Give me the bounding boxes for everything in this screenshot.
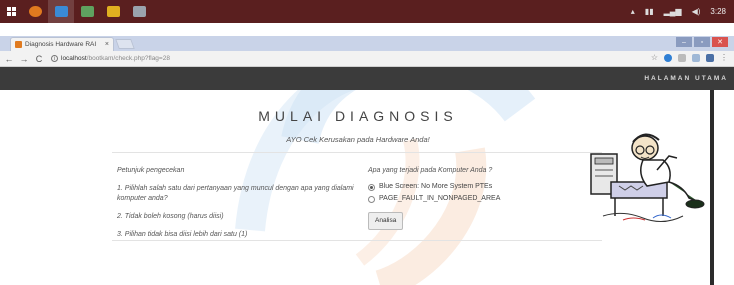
volume-icon[interactable]: ◀) — [692, 7, 701, 16]
extension-3-icon[interactable] — [692, 53, 700, 62]
close-icon[interactable]: × — [105, 41, 109, 48]
signal-icon[interactable]: ▂▄▆ — [664, 7, 682, 16]
home-link[interactable]: HALAMAN UTAMA — [644, 75, 728, 82]
technician-illustration — [590, 133, 705, 222]
favicon-icon — [15, 41, 22, 48]
tab-title: Diagnosis Hardware RAI — [25, 41, 97, 48]
diagnosis-form: Apa yang terjadi pada Komputer Anda ? Bl… — [368, 166, 598, 230]
analyze-button[interactable]: Analisa — [368, 212, 404, 230]
extension-2-icon[interactable] — [678, 53, 686, 62]
extension-1-icon[interactable] — [664, 53, 672, 62]
question-label: Apa yang terjadi pada Komputer Anda ? — [368, 167, 493, 174]
minimize-button[interactable]: – — [676, 37, 692, 47]
window-controls: – ▫ ✕ — [676, 37, 728, 47]
bookmark-star-icon[interactable]: ☆ — [651, 53, 658, 62]
chevron-up-icon[interactable]: ▴ — [631, 7, 635, 16]
page-title: MULAI DIAGNOSIS — [258, 108, 458, 124]
address-bar[interactable]: i localhost/bootkam/check.php?flag=28 — [51, 55, 170, 62]
forward-button[interactable]: → — [18, 54, 30, 64]
option-page-fault[interactable]: PAGE_FAULT_IN_NONPAGED_AREA — [368, 194, 598, 204]
window-close-button[interactable]: ✕ — [712, 37, 728, 47]
extension-4-icon[interactable] — [706, 53, 714, 62]
browser-toolbar: ← → C i localhost/bootkam/check.php?flag… — [0, 51, 734, 67]
browser-tabstrip: Diagnosis Hardware RAI × – ▫ ✕ — [0, 36, 734, 51]
clock[interactable]: 3:28 — [710, 7, 726, 16]
divider-top — [112, 152, 602, 153]
taskbar-app-4-icon[interactable] — [100, 0, 126, 23]
os-taskbar: ▴ ▮▮ ▂▄▆ ◀) 3:28 — [0, 0, 734, 23]
instruction-rule: 3. Pilihan tidak bisa diisi lebih dari s… — [117, 231, 248, 238]
site-navbar: HALAMAN UTAMA — [0, 67, 734, 90]
url-host: localhost — [61, 55, 87, 62]
browser-tab[interactable]: Diagnosis Hardware RAI × — [10, 37, 114, 51]
new-tab-button[interactable] — [115, 39, 135, 49]
back-button[interactable]: ← — [3, 54, 15, 64]
taskbar-app-3-icon[interactable] — [74, 0, 100, 23]
instructions-label: Petunjuk pengecekan — [117, 167, 185, 174]
radio-button[interactable] — [368, 183, 375, 191]
option-label: PAGE_FAULT_IN_NONPAGED_AREA — [379, 195, 501, 202]
network-icon[interactable]: ▮▮ — [645, 7, 654, 16]
option-label: Blue Screen: No More System PTEs — [379, 183, 493, 190]
taskbar-app-1-icon[interactable] — [22, 0, 48, 23]
reload-button[interactable]: C — [33, 54, 45, 64]
taskbar-app-2-icon[interactable] — [48, 0, 74, 23]
toolbar-right: ☆ ⋮ — [651, 53, 728, 62]
menu-icon[interactable]: ⋮ — [720, 53, 728, 62]
info-icon[interactable]: i — [51, 55, 58, 62]
windows-start-icon[interactable] — [0, 0, 22, 23]
instructions-panel: Petunjuk pengecekan 1. Pilihlah salah sa… — [117, 166, 357, 248]
system-tray: ▴ ▮▮ ▂▄▆ ◀) 3:28 — [631, 0, 726, 23]
option-blue-screen[interactable]: Blue Screen: No More System PTEs — [368, 182, 598, 192]
instruction-rule: 2. Tidak boleh kosong (harus diisi) — [117, 213, 224, 220]
radio-button[interactable] — [368, 195, 375, 203]
url-path: /bootkam/check.php?flag=28 — [86, 55, 170, 62]
taskbar-app-5-icon[interactable] — [126, 0, 152, 23]
instruction-rule: 1. Pilihlah salah satu dari pertanyaan y… — [117, 185, 354, 202]
maximize-button[interactable]: ▫ — [694, 37, 710, 47]
